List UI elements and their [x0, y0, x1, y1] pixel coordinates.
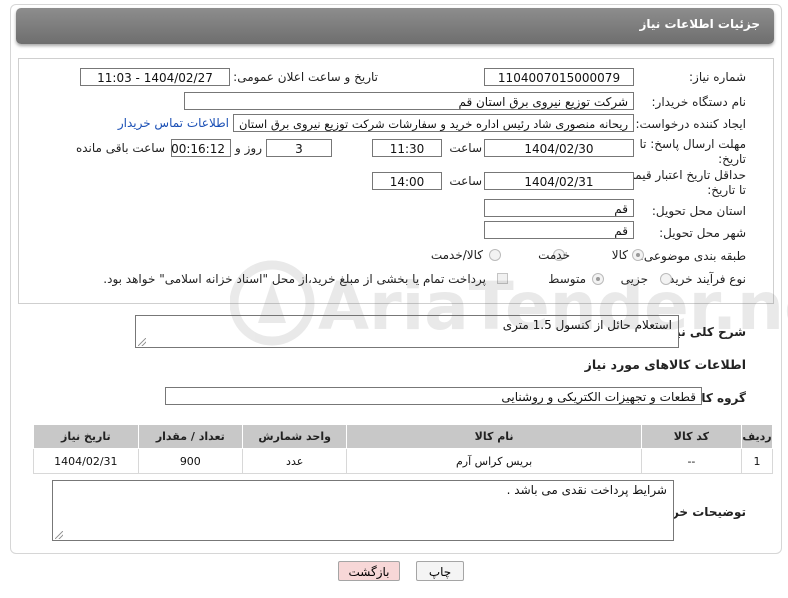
- announce-date-field[interactable]: 1404/02/27 - 11:03: [80, 68, 230, 86]
- process-minor-label: جزیی: [620, 272, 648, 286]
- validity-time-field[interactable]: 14:00: [372, 172, 442, 190]
- page-title: جزئیات اطلاعات نیاز: [639, 17, 760, 31]
- category-goods-service-label: کالا/خدمت: [430, 248, 483, 262]
- col-item-name: نام کالا: [346, 424, 642, 449]
- resize-grip-icon[interactable]: [55, 531, 63, 539]
- buyer-notes-textarea[interactable]: شرایط پرداخت نقدی می باشد .: [52, 480, 674, 541]
- price-validity-label-2: تا تاریخ:: [707, 183, 746, 197]
- buyer-notes-text: شرایط پرداخت نقدی می باشد .: [506, 483, 667, 497]
- process-label: نوع فرآیند خرید :: [661, 272, 746, 286]
- goods-section-title: اطلاعات کالاهای مورد نیاز: [584, 357, 746, 372]
- province-field[interactable]: قم: [484, 199, 634, 217]
- creator-label: ایجاد کننده درخواست:: [635, 117, 746, 131]
- category-service-label: خدمت: [538, 248, 570, 262]
- time-remaining-label: ساعت باقی مانده: [75, 141, 165, 155]
- days-remaining-field[interactable]: 3: [266, 139, 332, 157]
- print-button[interactable]: چاپ: [416, 561, 464, 581]
- col-unit: واحد شمارش: [241, 424, 348, 449]
- cell-quantity: 900: [137, 448, 243, 474]
- process-medium-radio[interactable]: [592, 273, 604, 285]
- buyer-org-label: نام دستگاه خریدار:: [651, 95, 747, 109]
- buyer-org-field[interactable]: شرکت توزیع نیروی برق استان قم: [184, 92, 634, 110]
- creator-field[interactable]: ریحانه منصوری شاد رئیس اداره خرید و سفار…: [233, 114, 634, 132]
- validity-time-label: ساعت: [449, 174, 482, 188]
- time-remaining-field[interactable]: 00:16:12: [171, 139, 231, 157]
- need-number-field[interactable]: 1104007015000079: [484, 68, 634, 86]
- need-number-label: شماره نیاز:: [689, 70, 746, 84]
- deadline-date-field[interactable]: 1404/02/30: [484, 139, 634, 157]
- cell-row-number: 1: [741, 448, 773, 474]
- buyer-contact-link[interactable]: اطلاعات تماس خریدار: [118, 116, 229, 130]
- province-label: استان محل تحویل:: [651, 204, 746, 218]
- goods-table: ردیف کد کالا نام کالا واحد شمارش تعداد /…: [33, 424, 773, 474]
- price-validity-label: حداقل تاریخ اعتبار قیمت:: [619, 168, 746, 182]
- category-label: طبقه بندی موضوعی:: [639, 249, 746, 263]
- title-bar: جزئیات اطلاعات نیاز: [16, 8, 774, 44]
- cell-need-date: 1404/02/31: [33, 448, 139, 474]
- resize-grip-icon[interactable]: [138, 338, 146, 346]
- validity-date-field[interactable]: 1404/02/31: [484, 172, 634, 190]
- col-quantity: تعداد / مقدار: [137, 424, 243, 449]
- city-field[interactable]: قم: [484, 221, 634, 239]
- category-goods-label: کالا: [611, 248, 628, 262]
- process-medium-label: متوسط: [548, 272, 586, 286]
- treasury-bonds-checkbox[interactable]: [497, 273, 508, 284]
- city-label: شهر محل تحویل:: [659, 226, 746, 240]
- table-row[interactable]: 1 -- بریس کراس آرم عدد 900 1404/02/31: [33, 448, 773, 474]
- days-label: روز و: [235, 141, 262, 155]
- deadline-time-label: ساعت: [449, 141, 482, 155]
- back-button[interactable]: بازگشت: [338, 561, 400, 581]
- description-textarea[interactable]: استعلام حائل از کنسول 1.5 متری: [135, 315, 679, 348]
- col-need-date: تاریخ نیاز: [33, 424, 139, 449]
- deadline-time-field[interactable]: 11:30: [372, 139, 442, 157]
- col-item-code: کد کالا: [640, 424, 743, 449]
- cell-item-name: بریس کراس آرم: [346, 448, 642, 474]
- goods-table-header: ردیف کد کالا نام کالا واحد شمارش تعداد /…: [33, 424, 773, 449]
- goods-group-field[interactable]: قطعات و تجهیزات الکتریکی و روشنایی: [165, 387, 702, 405]
- category-goods-radio[interactable]: [632, 249, 644, 261]
- process-minor-radio[interactable]: [660, 273, 672, 285]
- deadline-label: مهلت ارسال پاسخ: تا: [639, 137, 746, 151]
- cell-item-code: --: [640, 448, 743, 474]
- cell-unit: عدد: [241, 448, 348, 474]
- category-goods-service-radio[interactable]: [489, 249, 501, 261]
- description-text: استعلام حائل از کنسول 1.5 متری: [502, 318, 672, 332]
- payment-note: پرداخت تمام یا بخشی از مبلغ خرید،از محل …: [103, 272, 486, 286]
- announce-date-label: تاریخ و ساعت اعلان عمومی:: [233, 70, 378, 84]
- deadline-label-2: تاریخ:: [718, 152, 746, 166]
- col-row-number: ردیف: [741, 424, 773, 449]
